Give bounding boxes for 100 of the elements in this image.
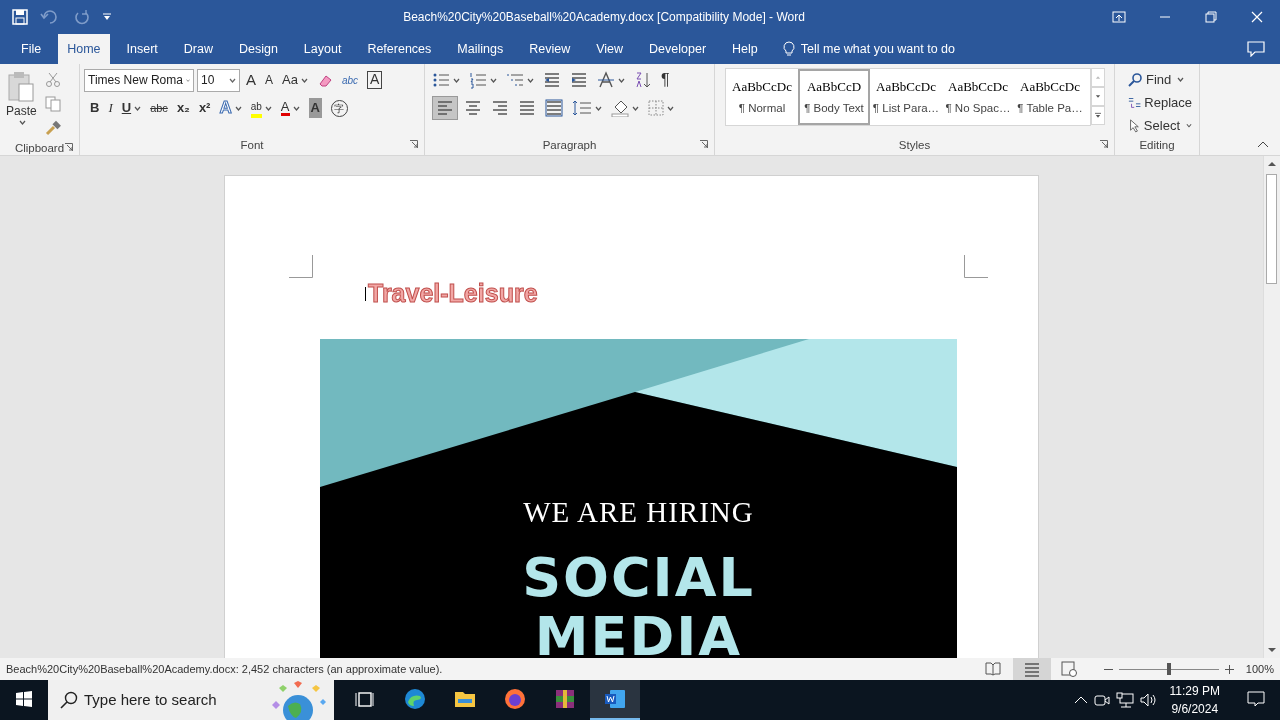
document-heading: Travel-Leisure (368, 278, 538, 309)
chevron-up-icon (1257, 140, 1269, 148)
margin-corner-icon (289, 255, 313, 278)
font-size-field[interactable]: 10 (197, 68, 240, 92)
align-distribute-button[interactable] (542, 96, 566, 120)
scissors-icon (44, 72, 61, 88)
ribbon-tab[interactable]: References (358, 34, 441, 64)
caret-icon (229, 77, 236, 83)
superscript-button[interactable]: x² (195, 96, 214, 120)
tell-me-search[interactable]: Tell me what you want to do (800, 39, 955, 59)
expand-icon (1095, 112, 1101, 119)
caret-icon (667, 105, 674, 111)
word-icon (603, 687, 627, 711)
align-right-icon (491, 99, 509, 117)
ribbon-tab[interactable]: Mailings (448, 34, 513, 64)
subscript-button[interactable]: x₂ (173, 96, 193, 120)
ribbon-tab[interactable]: Review (520, 34, 580, 64)
flyer-subtitle: WE ARE HIRING (523, 494, 754, 530)
replace-button[interactable]: Replace (1125, 91, 1195, 114)
ribbon-tab[interactable]: Help (723, 34, 767, 64)
restore-icon (1204, 10, 1218, 24)
dialog-launcher-icon (65, 143, 73, 151)
strikethrough-button[interactable]: abc (147, 96, 171, 120)
group-label: Font (240, 138, 264, 153)
font-color-button[interactable]: A (277, 96, 303, 120)
style-item[interactable]: AaBbCcDc ¶ No Spac… (942, 69, 1014, 125)
ribbon-tab[interactable]: Home (58, 34, 110, 64)
taskbar-search-field[interactable]: Type here to search (48, 680, 334, 720)
zoom-slider[interactable] (1118, 662, 1219, 676)
text-cursor-icon (365, 286, 367, 301)
volume-icon (1139, 692, 1158, 708)
multilevel-list-icon (506, 71, 524, 89)
zoom-level[interactable]: 100% (1245, 660, 1274, 678)
redo-icon (74, 9, 90, 25)
phonetic-guide-button[interactable]: abc (338, 68, 362, 92)
align-left-icon (436, 99, 454, 117)
group-label: Editing (1139, 138, 1175, 153)
align-left-button[interactable] (432, 96, 458, 120)
gallery-more-button[interactable] (1091, 106, 1105, 125)
shrink-font-button[interactable]: A (262, 68, 277, 92)
change-case-button[interactable]: Aa (279, 68, 311, 92)
clock-time[interactable]: 11:29 PM (1169, 682, 1220, 700)
camera-icon (1093, 692, 1110, 708)
taskbar-app-button[interactable] (590, 680, 640, 720)
indent-icon (570, 71, 588, 89)
italic-button[interactable]: I (105, 96, 116, 120)
bullet-list-icon (432, 71, 450, 89)
margin-corner-icon (964, 255, 988, 278)
chevron-up-icon (1073, 696, 1088, 704)
style-item[interactable]: AaBbCcDc ¶ Normal (726, 69, 798, 125)
line-spacing-icon (572, 99, 592, 117)
caret-icon (595, 105, 602, 111)
status-text: Beach%20City%20Baseball%20Academy.docx: 2,452 characters (an approximate value). (5, 661, 444, 677)
caret-icon (1177, 77, 1185, 82)
print-view-button[interactable] (1012, 658, 1051, 680)
ribbon-display-icon (1112, 10, 1126, 24)
page-layout-icon (1022, 661, 1041, 677)
gallery-down-button[interactable] (1091, 87, 1105, 106)
grow-font-button[interactable]: A (243, 68, 259, 92)
notification-icon (1247, 691, 1265, 707)
ribbon-tab[interactable]: Design (229, 34, 287, 64)
style-item[interactable]: AaBbCcDc ¶ Table Pa… (1014, 69, 1086, 125)
magnifier-icon (1128, 72, 1143, 87)
sort-icon (634, 71, 652, 89)
ribbon-tab[interactable]: Insert (117, 34, 167, 64)
plus-icon (1224, 664, 1234, 674)
ribbon-tab[interactable]: Developer (640, 34, 716, 64)
dialog-launcher-icon (1100, 140, 1108, 148)
network-icon (1115, 692, 1134, 708)
highlight-button[interactable]: ab (247, 96, 275, 120)
style-item[interactable]: AaBbCcDc ¶ List Para… (870, 69, 942, 125)
text-direction-icon (597, 71, 615, 89)
bold-button[interactable]: B (87, 96, 103, 120)
ribbon-tab[interactable]: Draw (174, 34, 222, 64)
zoom-slider-thumb[interactable] (1166, 663, 1171, 675)
clock-date[interactable]: 9/6/2024 (1171, 700, 1219, 718)
font-name-field[interactable]: Times New Roma (84, 68, 194, 92)
save-icon (12, 9, 28, 25)
replace-icon (1128, 95, 1142, 110)
paste-button[interactable]: Paste (4, 68, 39, 132)
show-marks-button[interactable]: ¶ (658, 68, 673, 92)
caret-icon (527, 77, 534, 83)
dialog-launcher-icon (410, 140, 418, 148)
ribbon-tab[interactable]: View (587, 34, 633, 64)
ribbon-tab[interactable]: File (12, 34, 51, 64)
caret-icon (490, 77, 497, 83)
group-label: Paragraph (542, 138, 597, 153)
style-item[interactable]: AaBbCcD ¶ Body Text (798, 69, 870, 125)
find-button[interactable]: Find (1125, 68, 1195, 91)
select-button[interactable]: Select (1125, 114, 1195, 137)
lightbulb-icon (782, 41, 795, 57)
customize-icon (102, 12, 112, 22)
underline-button[interactable]: U (118, 96, 145, 120)
scroll-down-icon (1095, 93, 1101, 100)
group-label: Styles (898, 138, 931, 153)
search-icon (60, 691, 78, 709)
ribbon-tab[interactable]: Layout (294, 34, 351, 64)
caret-icon (19, 120, 27, 125)
align-justify-icon (518, 99, 536, 117)
scrollbar-thumb[interactable] (1266, 174, 1277, 284)
